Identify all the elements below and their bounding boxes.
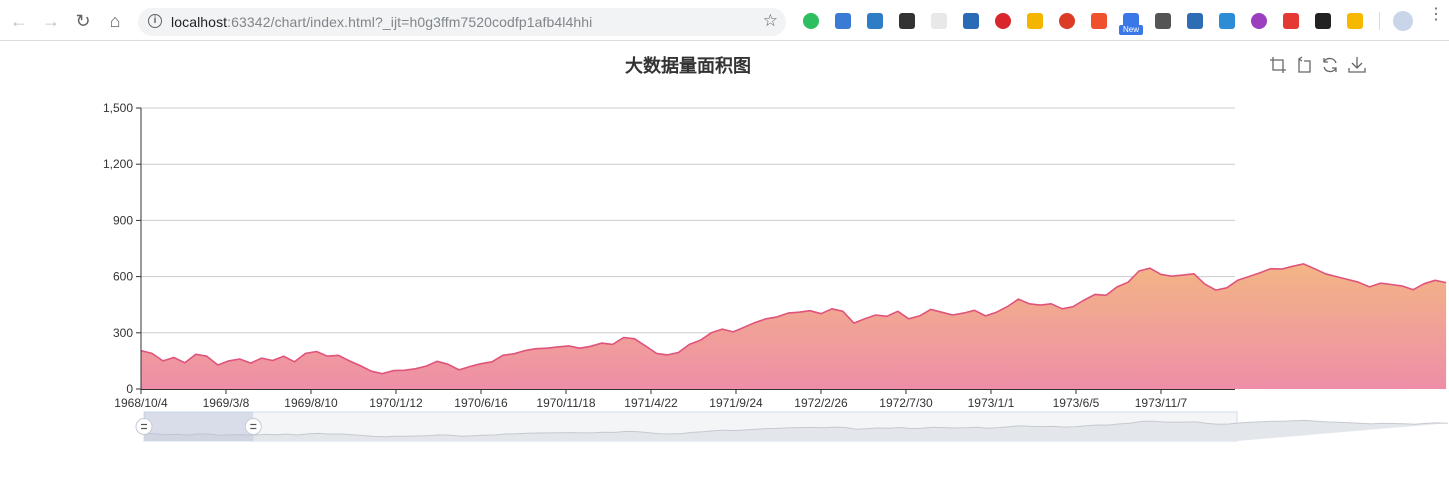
y-tick-label: 600 — [113, 270, 133, 284]
x-tick-label: 1969/3/8 — [203, 396, 250, 410]
x-tick-label: 1969/8/10 — [284, 396, 338, 410]
x-tick-label: 1970/6/16 — [454, 396, 508, 410]
x-tick-label: 1972/7/30 — [879, 396, 933, 410]
series-area — [141, 263, 1447, 389]
x-tick-label: 1971/9/24 — [709, 396, 763, 410]
y-tick-label: 300 — [113, 326, 133, 340]
x-tick-label: 1972/2/26 — [794, 396, 848, 410]
handle-knob — [135, 418, 153, 435]
x-tick-label: 1973/11/7 — [1135, 396, 1188, 410]
y-tick-label: 1,500 — [103, 101, 133, 115]
x-tick-label: 1971/4/22 — [624, 396, 678, 410]
area-chart[interactable]: 0 300 600 900 1,200 1,500 1968/10/4 1969/3/8 196… — [0, 0, 1449, 502]
y-tick-label: 0 — [126, 382, 133, 396]
handle-knob — [244, 418, 262, 435]
x-tick-label: 1968/10/4 — [114, 396, 168, 410]
x-tick-label: 1970/11/18 — [536, 396, 595, 410]
x-tick-label: 1973/6/5 — [1053, 396, 1100, 410]
x-tick-label: 1970/1/12 — [369, 396, 423, 410]
datazoom-selected-range[interactable] — [144, 412, 254, 441]
y-tick-label: 900 — [113, 213, 133, 227]
datazoom-handle[interactable] — [135, 418, 153, 435]
y-tick-label: 1,200 — [103, 157, 133, 171]
datazoom-handle[interactable] — [244, 418, 262, 435]
x-tick-label: 1973/1/1 — [968, 396, 1015, 410]
